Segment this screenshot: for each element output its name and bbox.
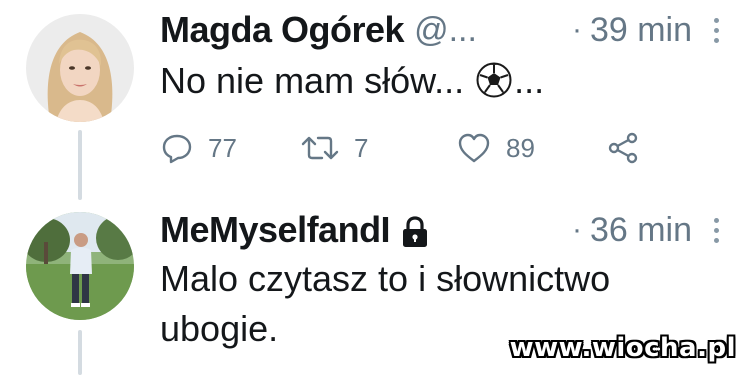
more-options-icon[interactable]	[712, 217, 720, 243]
reply-button[interactable]: 77	[160, 128, 237, 168]
handle[interactable]: @...	[414, 11, 477, 50]
retweet-icon	[301, 136, 339, 160]
display-name[interactable]: MeMyselfandI	[160, 209, 391, 251]
share-icon	[608, 132, 638, 164]
timestamp-group: · 39 min	[572, 11, 720, 50]
avatar[interactable]	[26, 14, 134, 122]
avatar-image	[26, 212, 134, 320]
avatar[interactable]	[26, 212, 134, 320]
display-name[interactable]: Magda Ogórek	[160, 9, 405, 51]
time-separator: ·	[571, 213, 582, 246]
lock-icon	[403, 216, 428, 247]
tweet-text: No nie mam słów... ...	[160, 56, 720, 106]
more-options-icon[interactable]	[712, 17, 720, 43]
avatar-image	[26, 14, 134, 122]
tweet-text-part: ...	[514, 60, 545, 101]
timestamp[interactable]: 36 min	[590, 211, 692, 250]
retweet-button[interactable]: 7	[300, 128, 368, 168]
share-button[interactable]	[606, 128, 640, 168]
like-count: 89	[506, 132, 535, 163]
tweet-text-part: No nie mam słów...	[160, 60, 475, 101]
tweet-header: Magda Ogórek @... · 39 min	[160, 8, 720, 52]
tweet-header: MeMyselfandI · 36 min	[160, 208, 720, 252]
watermark: www.wiocha.pl	[509, 333, 736, 363]
timestamp-group: · 36 min	[572, 211, 720, 250]
soccer-ball-icon	[476, 62, 512, 98]
thread-line	[78, 330, 82, 375]
timestamp[interactable]: 39 min	[590, 11, 692, 50]
time-separator: ·	[571, 13, 582, 46]
retweet-count: 7	[354, 132, 369, 163]
reply-icon	[162, 134, 192, 164]
tweet[interactable]: Magda Ogórek @... · 39 min No nie mam sł…	[0, 0, 750, 200]
like-button[interactable]: 89	[456, 128, 535, 168]
reply-count: 77	[208, 132, 237, 163]
heart-icon	[458, 133, 490, 163]
